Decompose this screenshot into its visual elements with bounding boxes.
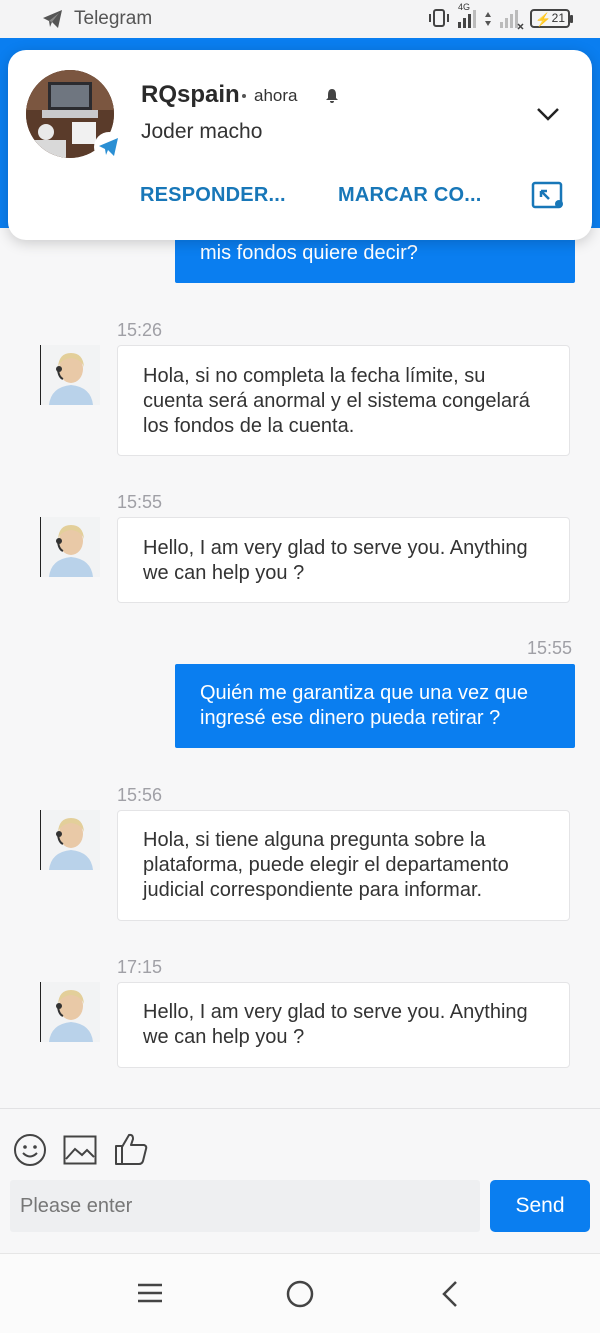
message-timestamp: 15:26 bbox=[117, 320, 163, 340]
message-text: Hello, I am very glad to serve you. Anyt… bbox=[143, 537, 528, 584]
separator-dot bbox=[242, 94, 246, 98]
telegram-badge-icon bbox=[94, 132, 124, 162]
status-indicators: 4G ⚡ 21 bbox=[428, 2, 573, 30]
notification-time: ahora bbox=[254, 86, 298, 105]
image-icon[interactable] bbox=[63, 1135, 97, 1165]
message-bubble-outgoing: Quién me garantiza que una vez que ingre… bbox=[175, 664, 575, 748]
message-timestamp: 15:55 bbox=[527, 638, 573, 658]
status-app: Telegram bbox=[42, 8, 152, 30]
message-text: Quién me garantiza que una vez que ingre… bbox=[200, 682, 528, 729]
status-bar: Telegram 4G ⚡ 21 bbox=[0, 0, 600, 38]
agent-avatar bbox=[40, 982, 100, 1042]
message-input[interactable] bbox=[10, 1180, 480, 1232]
vibrate-icon bbox=[429, 9, 449, 27]
message-bubble-incoming: Hola, si tiene alguna pregunta sobre la … bbox=[117, 810, 570, 921]
signal-group: 4G bbox=[456, 2, 478, 30]
message-text: Hello, I am very glad to serve you. Anyt… bbox=[143, 1001, 528, 1048]
composer-divider bbox=[0, 1108, 600, 1109]
message-bubble-incoming: Hola, si no completa la fecha límite, su… bbox=[117, 345, 570, 456]
battery-level: 21 bbox=[551, 11, 565, 25]
agent-avatar bbox=[40, 345, 100, 405]
message-timestamp: 17:15 bbox=[117, 957, 163, 977]
status-app-name: Telegram bbox=[74, 8, 153, 29]
battery-icon: ⚡ 21 bbox=[530, 8, 573, 28]
signal-icon bbox=[458, 10, 476, 28]
menu-icon[interactable] bbox=[137, 1282, 163, 1304]
charging-icon: ⚡ bbox=[535, 11, 552, 27]
notification-card[interactable]: RQspain ahora Joder macho RESPONDER... M… bbox=[8, 50, 592, 240]
picture-in-picture-icon[interactable] bbox=[531, 180, 567, 210]
agent-avatar bbox=[40, 517, 100, 577]
home-icon[interactable] bbox=[286, 1280, 314, 1308]
thumbs-up-icon[interactable] bbox=[113, 1131, 149, 1167]
message-timestamp: 15:56 bbox=[117, 785, 163, 805]
message-timestamp: 15:55 bbox=[117, 492, 163, 512]
signal-icon-2 bbox=[500, 10, 524, 30]
agent-photo bbox=[41, 982, 100, 1042]
message-text: Hola, si no completa la fecha límite, su… bbox=[143, 365, 530, 437]
reply-action-button[interactable]: RESPONDER... bbox=[140, 184, 286, 207]
message-bubble-incoming: Hello, I am very glad to serve you. Anyt… bbox=[117, 517, 570, 603]
mark-as-read-action-button[interactable]: MARCAR CO... bbox=[338, 184, 482, 207]
notification-sender: RQspain bbox=[141, 81, 240, 108]
notification-message: Joder macho bbox=[141, 120, 263, 143]
message-text: mis fondos quiere decir? bbox=[200, 242, 418, 264]
agent-photo bbox=[41, 810, 100, 870]
bell-icon bbox=[326, 89, 338, 103]
data-arrows-icon bbox=[485, 12, 491, 26]
chevron-down-icon[interactable] bbox=[536, 106, 560, 122]
system-nav-bar bbox=[0, 1253, 600, 1333]
telegram-icon bbox=[43, 10, 62, 28]
agent-avatar bbox=[40, 810, 100, 870]
back-icon[interactable] bbox=[440, 1280, 460, 1308]
message-bubble-incoming: Hello, I am very glad to serve you. Anyt… bbox=[117, 982, 570, 1068]
agent-photo bbox=[41, 345, 100, 405]
send-button[interactable]: Send bbox=[490, 1180, 590, 1232]
agent-photo bbox=[41, 517, 100, 577]
message-text: Hola, si tiene alguna pregunta sobre la … bbox=[143, 829, 509, 901]
smiley-icon[interactable] bbox=[13, 1133, 47, 1167]
